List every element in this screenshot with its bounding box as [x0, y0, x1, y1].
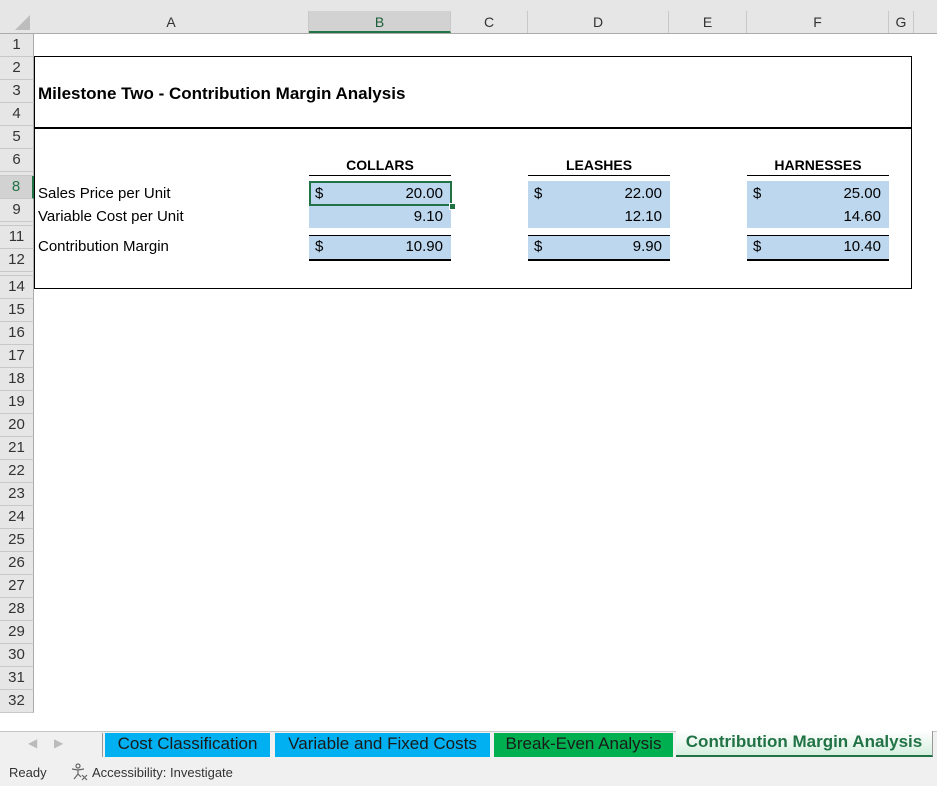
cell-sales-price-harnesses[interactable]: $25.00: [747, 185, 889, 205]
row-header-17[interactable]: 17: [0, 345, 34, 368]
row-header-23[interactable]: 23: [0, 483, 34, 506]
label-variable-cost[interactable]: Variable Cost per Unit: [38, 208, 184, 225]
tab-separator: [102, 733, 103, 757]
tab-contribution-margin-analysis[interactable]: Contribution Margin Analysis: [676, 731, 933, 757]
row-header-26[interactable]: 26: [0, 552, 34, 575]
header-collars[interactable]: COLLARS: [309, 155, 451, 176]
row-header-30[interactable]: 30: [0, 644, 34, 667]
accessibility-icon[interactable]: [70, 763, 90, 784]
row-header-12[interactable]: 12: [0, 249, 34, 272]
row-header-31[interactable]: 31: [0, 667, 34, 690]
column-header-d[interactable]: D: [528, 11, 669, 33]
status-bar: Ready Accessibility: Investigate: [0, 758, 937, 786]
row-header-11[interactable]: 11: [0, 226, 34, 249]
currency-symbol: $: [315, 236, 323, 258]
row-header-22[interactable]: 22: [0, 460, 34, 483]
label-sales-price[interactable]: Sales Price per Unit: [38, 185, 171, 202]
column-header-e[interactable]: E: [669, 11, 747, 33]
sales-price-value: 25.00: [843, 185, 881, 202]
tab-label: Break-Even Analysis: [506, 734, 662, 753]
column-header-f[interactable]: F: [747, 11, 889, 33]
row-header-27[interactable]: 27: [0, 575, 34, 598]
contribution-margin-value: 10.40: [843, 236, 881, 258]
variable-cost-value: 14.60: [843, 208, 881, 225]
currency-symbol: $: [534, 236, 542, 258]
cell-contribution-margin-leashes[interactable]: $9.90: [528, 235, 670, 261]
row-header-21[interactable]: 21: [0, 437, 34, 460]
row-header-29[interactable]: 29: [0, 621, 34, 644]
tab-variable-and-fixed-costs[interactable]: Variable and Fixed Costs: [275, 733, 490, 757]
row-header-8[interactable]: 8: [0, 176, 34, 199]
tab-label: Cost Classification: [118, 734, 258, 753]
row-header-9[interactable]: 9: [0, 199, 34, 222]
contribution-margin-value: 10.90: [405, 236, 443, 258]
header-leashes[interactable]: LEASHES: [528, 155, 670, 176]
column-header-bar: A B C D E F G: [0, 0, 937, 34]
variable-cost-value: 12.10: [624, 208, 662, 225]
row-header-28[interactable]: 28: [0, 598, 34, 621]
header-harnesses[interactable]: HARNESSES: [747, 155, 889, 176]
tab-label: Contribution Margin Analysis: [686, 732, 922, 751]
tab-cost-classification[interactable]: Cost Classification: [105, 733, 270, 757]
tab-label: Variable and Fixed Costs: [288, 734, 477, 753]
row-header-14[interactable]: 14: [0, 276, 34, 299]
cell-contribution-margin-collars[interactable]: $10.90: [309, 235, 451, 261]
row-header-16[interactable]: 16: [0, 322, 34, 345]
label-contribution-margin[interactable]: Contribution Margin: [38, 238, 169, 255]
tab-scroll-right-icon[interactable]: ▶: [54, 736, 63, 750]
column-header-a[interactable]: A: [34, 11, 309, 33]
select-all-button[interactable]: [0, 11, 34, 33]
row-header-15[interactable]: 15: [0, 299, 34, 322]
value-block-harnesses: $25.00 14.60: [747, 181, 889, 228]
cell-sales-price-leashes[interactable]: $22.00: [528, 185, 670, 205]
tab-break-even-analysis[interactable]: Break-Even Analysis: [494, 733, 673, 757]
row-header-18[interactable]: 18: [0, 368, 34, 391]
column-header-c[interactable]: C: [451, 11, 528, 33]
currency-symbol: $: [753, 185, 761, 202]
value-block-leashes: $22.00 12.10: [528, 181, 670, 228]
row-header-1[interactable]: 1: [0, 34, 34, 57]
row-header-20[interactable]: 20: [0, 414, 34, 437]
row-header-4[interactable]: 4: [0, 103, 34, 126]
fill-handle[interactable]: [449, 203, 456, 210]
row-header-32[interactable]: 32: [0, 690, 34, 713]
currency-symbol: $: [753, 236, 761, 258]
title-divider: [34, 127, 912, 129]
cell-variable-cost-harnesses[interactable]: 14.60: [747, 208, 889, 228]
sheet-title: Milestone Two - Contribution Margin Anal…: [38, 84, 405, 104]
row-header-25[interactable]: 25: [0, 529, 34, 552]
status-ready: Ready: [9, 765, 47, 780]
currency-symbol: $: [534, 185, 542, 202]
row-header-3[interactable]: 3: [0, 80, 34, 103]
cell-variable-cost-leashes[interactable]: 12.10: [528, 208, 670, 228]
column-header-g[interactable]: G: [889, 11, 914, 33]
sales-price-value: 22.00: [624, 185, 662, 202]
accessibility-status[interactable]: Accessibility: Investigate: [92, 765, 233, 780]
column-header-b[interactable]: B: [309, 11, 451, 33]
row-header-24[interactable]: 24: [0, 506, 34, 529]
row-header-5[interactable]: 5: [0, 126, 34, 149]
row-header-2[interactable]: 2: [0, 57, 34, 80]
row-header-6[interactable]: 6: [0, 149, 34, 172]
cell-variable-cost-collars[interactable]: 9.10: [309, 208, 451, 228]
variable-cost-value: 9.10: [414, 208, 443, 225]
contribution-margin-value: 9.90: [633, 236, 662, 258]
cell-contribution-margin-harnesses[interactable]: $10.40: [747, 235, 889, 261]
active-cell-b8[interactable]: [309, 181, 452, 206]
tab-scroll-left-icon[interactable]: ◀: [28, 736, 37, 750]
row-header-19[interactable]: 19: [0, 391, 34, 414]
